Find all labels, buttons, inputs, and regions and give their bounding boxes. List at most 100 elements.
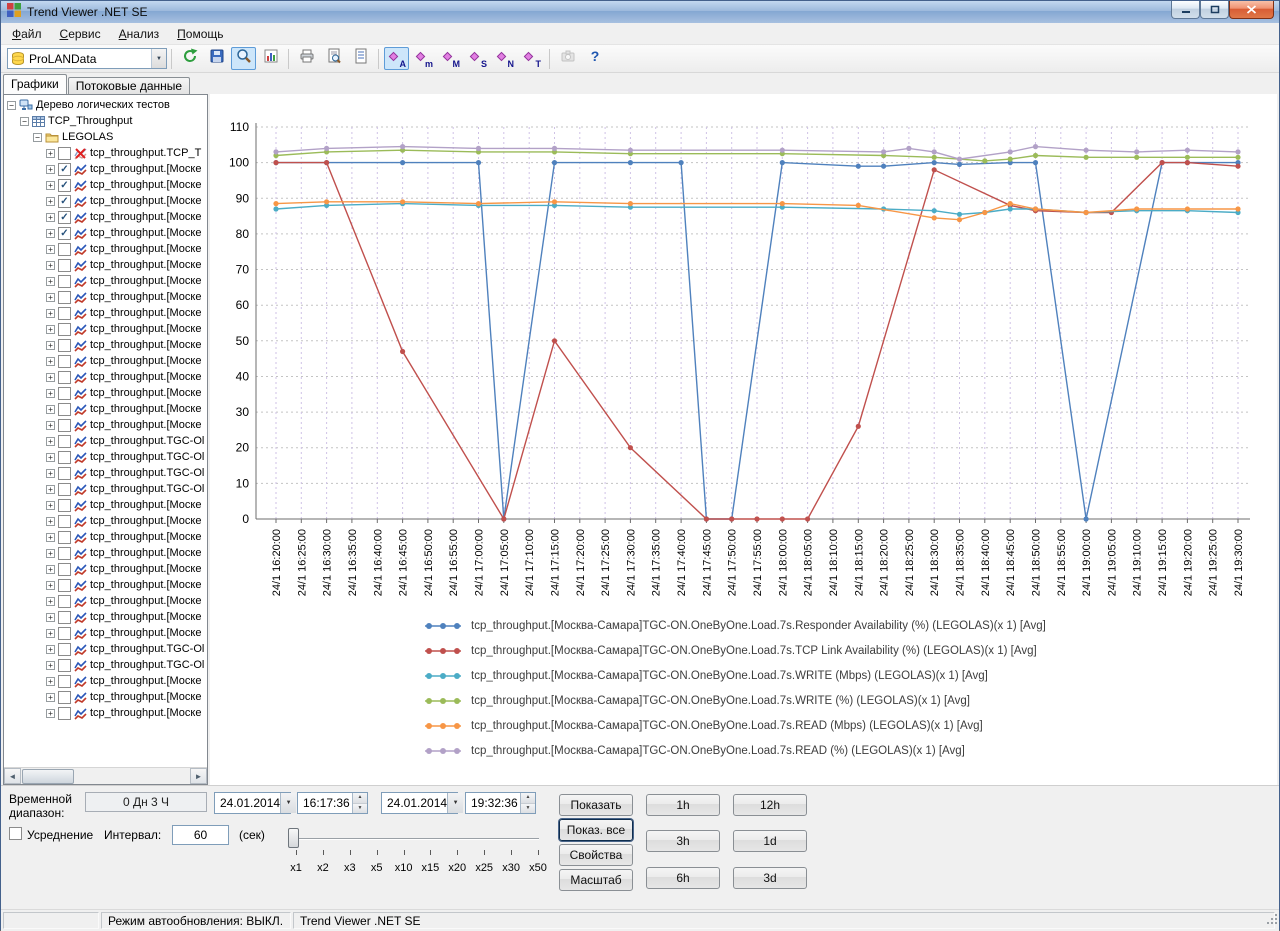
expand-icon[interactable]: + <box>46 629 55 638</box>
dropdown-arrow-icon[interactable]: ▼ <box>447 793 463 813</box>
tree-item-label[interactable]: tcp_throughput.[Моске <box>90 179 201 191</box>
tree-item-label[interactable]: tcp_throughput.[Моске <box>90 275 201 287</box>
quick-range-button-12h[interactable]: 12h <box>733 794 807 816</box>
tree-item[interactable]: + tcp_throughput.[Моске <box>4 289 207 305</box>
expand-icon[interactable]: + <box>46 181 55 190</box>
tree-root[interactable]: −Дерево логических тестов <box>4 97 207 113</box>
test-checkbox[interactable] <box>58 611 71 624</box>
test-checkbox[interactable] <box>58 403 71 416</box>
time-to-spinner[interactable]: 19:32:36 ▲▼ <box>465 792 536 814</box>
tree-item-label[interactable]: tcp_throughput.[Моске <box>90 419 201 431</box>
test-checkbox[interactable]: ✓ <box>58 211 71 224</box>
test-checkbox[interactable] <box>58 259 71 272</box>
tree-item-label[interactable]: tcp_throughput.TGC-Ol <box>90 435 204 447</box>
tree-item-label[interactable]: tcp_throughput.[Моске <box>90 355 201 367</box>
interval-input[interactable]: 60 <box>172 825 229 845</box>
quick-range-button-1h[interactable]: 1h <box>646 794 720 816</box>
expand-icon[interactable]: + <box>46 453 55 462</box>
quick-range-button-6h[interactable]: 6h <box>646 867 720 889</box>
maximize-button[interactable] <box>1200 1 1229 19</box>
test-checkbox[interactable] <box>58 659 71 672</box>
scale-button[interactable]: Масштаб <box>559 869 633 891</box>
snapshot-button[interactable] <box>555 47 580 70</box>
expand-icon[interactable]: + <box>46 709 55 718</box>
tree-item[interactable]: +tcp_throughput.[Моске <box>4 273 207 289</box>
tree-item[interactable]: + tcp_throughput.[Моске <box>4 529 207 545</box>
tree-item[interactable]: + tcp_throughput.[Моске <box>4 401 207 417</box>
scrollbar-thumb[interactable] <box>22 769 74 784</box>
tree-root-label[interactable]: Дерево логических тестов <box>36 99 170 111</box>
expand-icon[interactable]: + <box>46 469 55 478</box>
close-button[interactable] <box>1229 1 1274 19</box>
tree-item[interactable]: +tcp_throughput.[Моске <box>4 513 207 529</box>
datasource-combobox[interactable]: ProLANData▼ <box>7 48 167 69</box>
tree-item-label[interactable]: tcp_throughput.[Моске <box>90 595 201 607</box>
report-button[interactable] <box>348 47 373 70</box>
tree-item-label[interactable]: tcp_throughput.[Моске <box>90 291 201 303</box>
tree-item-label[interactable]: tcp_throughput.[Моске <box>90 339 201 351</box>
tree-item-label[interactable]: tcp_throughput.[Моске <box>90 579 201 591</box>
tree-item-label[interactable]: tcp_throughput.TGC-Ol <box>90 659 204 671</box>
tree-item[interactable]: +✓tcp_throughput.[Моске <box>4 161 207 177</box>
test-checkbox[interactable] <box>58 691 71 704</box>
test-checkbox[interactable] <box>58 579 71 592</box>
tree-item[interactable]: +tcp_throughput.TGC-Ol <box>4 657 207 673</box>
expand-icon[interactable]: + <box>46 501 55 510</box>
tree-horizontal-scrollbar[interactable]: ◄ ► <box>4 767 207 784</box>
collapse-icon[interactable]: − <box>20 117 29 126</box>
expand-icon[interactable]: + <box>46 437 55 446</box>
tree-item[interactable]: +tcp_throughput.[Моске <box>4 609 207 625</box>
tree-item[interactable]: +tcp_throughput.[Моске <box>4 497 207 513</box>
tree-item[interactable]: +tcp_throughput.[Моске <box>4 321 207 337</box>
expand-icon[interactable]: + <box>46 357 55 366</box>
expand-icon[interactable]: + <box>46 645 55 654</box>
test-checkbox[interactable] <box>58 291 71 304</box>
tree-item-label[interactable]: tcp_throughput.[Моске <box>90 531 201 543</box>
tree-item-label[interactable]: tcp_throughput.[Моске <box>90 675 201 687</box>
tree-item[interactable]: +tcp_throughput.[Моске <box>4 257 207 273</box>
tree-item[interactable]: +tcp_throughput.[Моске <box>4 689 207 705</box>
test-checkbox[interactable] <box>58 451 71 464</box>
quick-range-button-1d[interactable]: 1d <box>733 830 807 852</box>
tree-item[interactable]: +✓tcp_throughput.[Моске <box>4 209 207 225</box>
expand-icon[interactable]: + <box>46 293 55 302</box>
date-from-picker[interactable]: 24.01.2014 ▼ <box>214 792 291 814</box>
test-checkbox[interactable] <box>58 387 71 400</box>
test-checkbox[interactable] <box>58 307 71 320</box>
expand-icon[interactable]: + <box>46 565 55 574</box>
show-all-button[interactable]: Показ. все <box>559 819 633 841</box>
expand-icon[interactable]: + <box>46 165 55 174</box>
tree-item-label[interactable]: tcp_throughput.TCP_T <box>90 147 201 159</box>
test-checkbox[interactable] <box>58 563 71 576</box>
tree-item-label[interactable]: tcp_throughput.[Моске <box>90 403 201 415</box>
tree-item[interactable]: +tcp_throughput.TGC-Ol <box>4 465 207 481</box>
expand-icon[interactable]: + <box>46 549 55 558</box>
tree-item-label[interactable]: tcp_throughput.[Моске <box>90 707 201 719</box>
scroll-right-button[interactable]: ► <box>190 768 207 784</box>
expand-icon[interactable]: + <box>46 149 55 158</box>
expand-icon[interactable]: + <box>46 229 55 238</box>
test-checkbox[interactable] <box>58 147 71 160</box>
tree-item[interactable]: +tcp_throughput.[Моске <box>4 593 207 609</box>
test-checkbox[interactable] <box>58 627 71 640</box>
expand-icon[interactable]: + <box>46 485 55 494</box>
expand-icon[interactable]: + <box>46 613 55 622</box>
test-checkbox[interactable] <box>58 339 71 352</box>
show-button[interactable]: Показать <box>559 794 633 816</box>
tree-item-label[interactable]: tcp_throughput.[Моске <box>90 371 201 383</box>
tree-item[interactable]: +tcp_throughput.[Моске <box>4 241 207 257</box>
quick-range-button-3d[interactable]: 3d <box>733 867 807 889</box>
expand-icon[interactable]: + <box>46 245 55 254</box>
tree-item-label[interactable]: tcp_throughput.[Моске <box>90 387 201 399</box>
expand-icon[interactable]: + <box>46 533 55 542</box>
tree-item-label[interactable]: tcp_throughput.TGC-Ol <box>90 483 204 495</box>
expand-icon[interactable]: + <box>46 405 55 414</box>
menu-service[interactable]: Сервис <box>51 24 110 44</box>
test-checkbox[interactable]: ✓ <box>58 163 71 176</box>
tree-item-label[interactable]: tcp_throughput.[Моске <box>90 259 201 271</box>
expand-icon[interactable]: + <box>46 677 55 686</box>
marker-button-m[interactable]: m <box>411 47 436 70</box>
spinner-arrows-icon[interactable]: ▲▼ <box>352 793 367 813</box>
tree-item-label[interactable]: tcp_throughput.[Моске <box>90 691 201 703</box>
tree-item-label[interactable]: tcp_throughput.[Моске <box>90 563 201 575</box>
